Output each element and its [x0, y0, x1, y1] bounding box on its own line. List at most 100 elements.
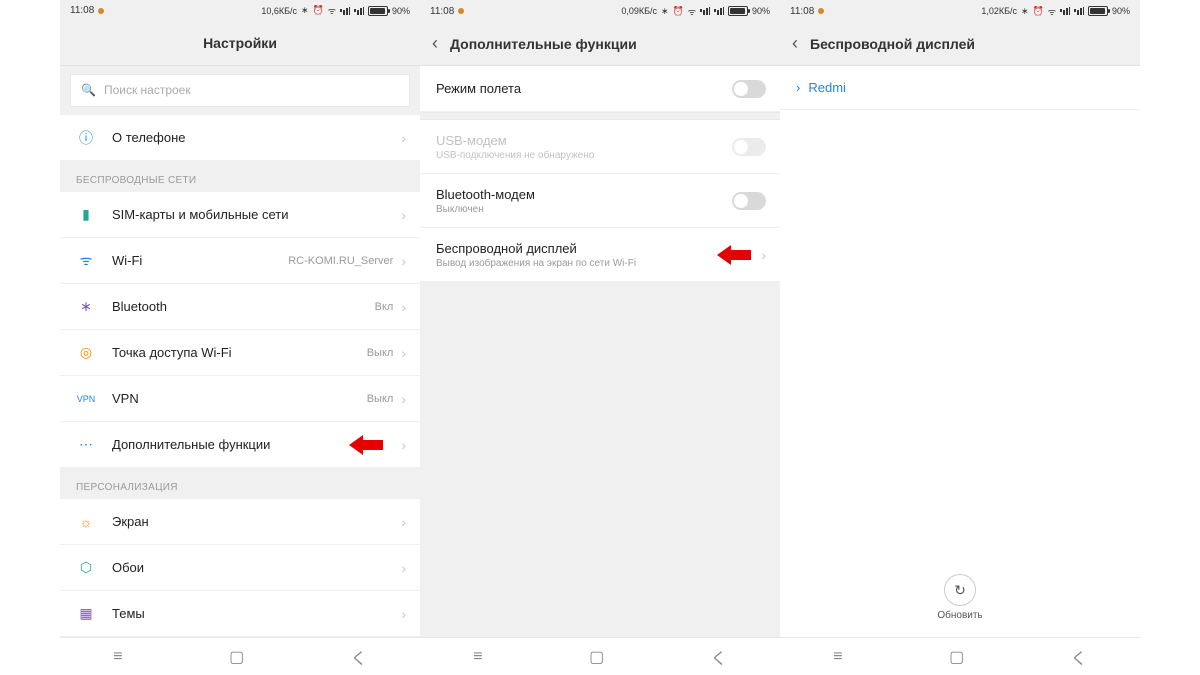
row-label: Bluetooth-модем — [436, 187, 732, 202]
row-sublabel: Выключен — [436, 204, 732, 215]
battery-pct: 90% — [1112, 6, 1130, 16]
page-title: Настройки — [203, 35, 277, 51]
alarm-icon: ⏰ — [673, 6, 684, 17]
back-button[interactable]: く — [711, 645, 727, 669]
signal-icon — [700, 7, 710, 15]
row-about-phone[interactable]: ⓘ О телефоне › — [60, 115, 420, 161]
row-wireless-display[interactable]: Беспроводной дисплей Вывод изображения н… — [420, 228, 780, 282]
row-label: О телефоне — [112, 130, 401, 145]
recents-button[interactable]: ≡ — [113, 648, 122, 666]
battery-pct: 90% — [752, 6, 770, 16]
back-icon[interactable]: ‹ — [432, 33, 438, 54]
screen-settings: 11:08 10,6КБ/с ∗ ⏰ ᯤ 90% Настройки 🔍 Пои… — [60, 0, 420, 675]
status-bar: 11:08 1,02КБ/с ∗ ⏰ ᯤ 90% — [780, 0, 1140, 22]
status-time: 11:08 — [790, 6, 814, 17]
row-bt-tether[interactable]: Bluetooth-модем Выключен — [420, 174, 780, 228]
row-label: Bluetooth — [112, 299, 375, 314]
search-placeholder: Поиск настроек — [104, 83, 191, 97]
row-label: VPN — [112, 391, 367, 406]
row-value: Вкл — [375, 301, 394, 313]
chevron-right-icon: › — [401, 391, 406, 407]
row-label: Точка доступа Wi-Fi — [112, 345, 367, 360]
battery-icon — [1088, 6, 1108, 16]
recents-button[interactable]: ≡ — [473, 648, 482, 666]
app-bar: ‹ Беспроводной дисплей — [780, 22, 1140, 66]
row-label: Режим полета — [436, 81, 732, 96]
row-sublabel: USB-подключения не обнаружено — [436, 150, 732, 161]
row-label: Темы — [112, 606, 401, 621]
toggle-bt-tether[interactable] — [732, 192, 766, 210]
row-label: Экран — [112, 514, 401, 529]
chevron-right-icon: › — [401, 130, 406, 146]
notification-dot-icon — [98, 8, 104, 14]
row-sim-cards[interactable]: ▮ SIM-карты и мобильные сети › — [60, 192, 420, 238]
search-icon: 🔍 — [81, 83, 96, 97]
data-rate: 0,09КБ/с — [621, 6, 657, 16]
page-title: Дополнительные функции — [450, 36, 637, 52]
chevron-right-icon: › — [401, 606, 406, 622]
vpn-icon: VPN — [76, 389, 96, 409]
system-nav-bar: ≡ ▢ く — [780, 637, 1140, 675]
display-icon: ☼ — [76, 512, 96, 532]
row-vpn[interactable]: VPN VPN Выкл › — [60, 376, 420, 422]
section-header-personal: ПЕРСОНАЛИЗАЦИЯ — [60, 468, 420, 499]
back-icon[interactable]: ‹ — [792, 33, 798, 54]
battery-icon — [728, 6, 748, 16]
row-more-functions[interactable]: ⋯ Дополнительные функции › — [60, 422, 420, 468]
alarm-icon: ⏰ — [1033, 6, 1044, 17]
row-label: Обои — [112, 560, 401, 575]
row-value: Выкл — [367, 393, 394, 405]
row-hotspot[interactable]: ◎ Точка доступа Wi-Fi Выкл › — [60, 330, 420, 376]
pointer-arrow-icon — [717, 246, 751, 264]
row-display[interactable]: ☼ Экран › — [60, 499, 420, 545]
row-themes[interactable]: ▦ Темы › — [60, 591, 420, 637]
bluetooth-icon: ∗ — [1021, 6, 1029, 17]
refresh-area: ↻ Обновить — [780, 574, 1140, 621]
page-title: Беспроводной дисплей — [810, 36, 975, 52]
back-button[interactable]: く — [1071, 645, 1087, 669]
notification-dot-icon — [458, 8, 464, 14]
back-button[interactable]: く — [351, 645, 367, 669]
wifi-icon: ᯤ — [1048, 5, 1056, 18]
screen-additional: 11:08 0,09КБ/с ∗ ⏰ ᯤ 90% ‹ Дополнительны… — [420, 0, 780, 675]
device-redmi[interactable]: › Redmi — [780, 66, 1140, 110]
section-header-wireless: БЕСПРОВОДНЫЕ СЕТИ — [60, 161, 420, 192]
signal-icon — [1074, 7, 1084, 15]
screen-wireless-display: 11:08 1,02КБ/с ∗ ⏰ ᯤ 90% ‹ Беспроводной … — [780, 0, 1140, 675]
row-sublabel: Вывод изображения на экран по сети Wi-Fi — [436, 258, 717, 269]
pointer-arrow-icon — [349, 436, 383, 454]
signal-icon — [340, 7, 350, 15]
device-name: Redmi — [808, 80, 846, 95]
recents-button[interactable]: ≡ — [833, 648, 842, 666]
themes-icon: ▦ — [76, 604, 96, 624]
search-input[interactable]: 🔍 Поиск настроек — [70, 74, 410, 108]
data-rate: 10,6КБ/с — [261, 6, 297, 16]
row-label: USB-модем — [436, 133, 732, 148]
system-nav-bar: ≡ ▢ く — [420, 637, 780, 675]
row-value: Выкл — [367, 347, 394, 359]
refresh-label: Обновить — [937, 610, 982, 621]
toggle-airplane[interactable] — [732, 80, 766, 98]
chevron-right-icon: › — [401, 437, 406, 453]
hotspot-icon: ◎ — [76, 343, 96, 363]
more-icon: ⋯ — [76, 435, 96, 455]
refresh-button[interactable]: ↻ — [944, 574, 976, 606]
sim-icon: ▮ — [76, 205, 96, 225]
bluetooth-icon: ∗ — [661, 6, 669, 17]
row-label: Wi-Fi — [112, 253, 288, 268]
row-label: SIM-карты и мобильные сети — [112, 207, 401, 222]
home-button[interactable]: ▢ — [229, 647, 244, 667]
signal-icon — [1060, 7, 1070, 15]
row-airplane-mode[interactable]: Режим полета — [420, 66, 780, 112]
refresh-icon: ↻ — [954, 582, 966, 599]
home-button[interactable]: ▢ — [949, 647, 964, 667]
row-wallpaper[interactable]: ⬡ Обои › — [60, 545, 420, 591]
wifi-icon: ᯤ — [76, 251, 96, 271]
row-wifi[interactable]: ᯤ Wi-Fi RC-KOMI.RU_Server › — [60, 238, 420, 284]
wallpaper-icon: ⬡ — [76, 558, 96, 578]
row-bluetooth[interactable]: ∗ Bluetooth Вкл › — [60, 284, 420, 330]
signal-icon — [354, 7, 364, 15]
alarm-icon: ⏰ — [313, 5, 324, 16]
bluetooth-icon: ∗ — [301, 5, 309, 16]
home-button[interactable]: ▢ — [589, 647, 604, 667]
